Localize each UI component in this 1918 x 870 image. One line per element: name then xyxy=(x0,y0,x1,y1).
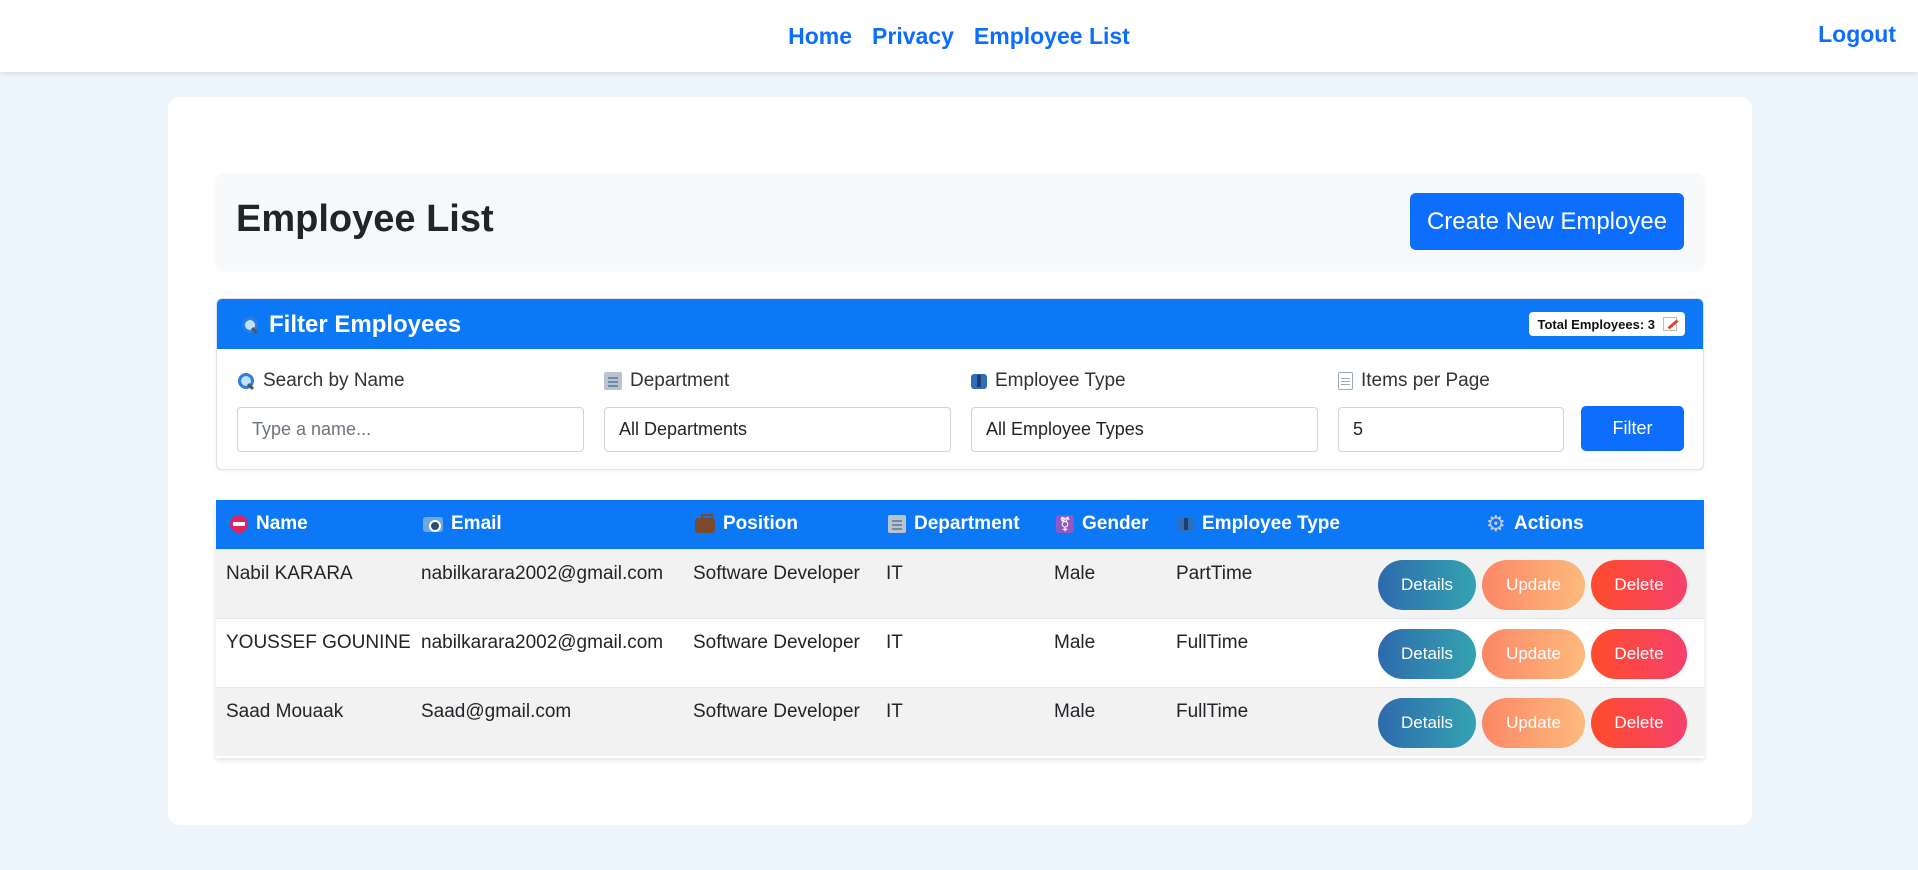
office-building-icon xyxy=(604,372,622,390)
delete-button[interactable]: Delete xyxy=(1591,560,1687,610)
nav-link-privacy[interactable]: Privacy xyxy=(872,23,954,50)
camera-icon xyxy=(423,516,443,532)
search-label: Search by Name xyxy=(237,369,584,393)
table-row: Saad Mouaak Saad@gmail.com Software Deve… xyxy=(216,687,1704,756)
table-row: YOUSSEF GOUNINE nabilkarara2002@gmail.co… xyxy=(216,618,1704,687)
th-gender-label: Gender xyxy=(1082,513,1149,534)
cell-position: Software Developer xyxy=(693,701,860,722)
department-label: Department xyxy=(604,369,951,393)
filter-title: Filter Employees xyxy=(241,311,461,339)
items-per-page-input[interactable]: 5 xyxy=(1338,407,1564,452)
th-position-label: Position xyxy=(723,513,798,534)
page-header: Employee List Create New Employee xyxy=(216,174,1704,269)
department-field: Department All Departments xyxy=(604,369,951,452)
filter-header: Filter Employees Total Employees: 3 xyxy=(217,299,1703,349)
cell-name: YOUSSEF GOUNINE xyxy=(226,632,411,653)
search-input[interactable]: Type a name... xyxy=(237,407,584,452)
gear-icon: ⚙ xyxy=(1486,511,1506,536)
logout-link[interactable]: Logout xyxy=(1818,21,1896,48)
cell-position: Software Developer xyxy=(693,563,860,584)
employee-type-field: Employee Type All Employee Types xyxy=(971,369,1318,452)
th-email: Email xyxy=(423,513,502,535)
department-label-text: Department xyxy=(630,370,730,391)
filter-button[interactable]: Filter xyxy=(1581,406,1684,451)
no-entry-icon xyxy=(230,515,248,533)
department-select[interactable]: All Departments xyxy=(604,407,951,452)
update-button[interactable]: Update xyxy=(1482,698,1585,748)
search-label-text: Search by Name xyxy=(263,370,405,391)
update-button[interactable]: Update xyxy=(1482,629,1585,679)
details-button[interactable]: Details xyxy=(1378,698,1476,748)
briefcase-icon xyxy=(695,514,715,533)
delete-button[interactable]: Delete xyxy=(1591,629,1687,679)
th-employee-type: Employee Type xyxy=(1178,513,1340,535)
th-department-label: Department xyxy=(914,513,1020,534)
th-email-label: Email xyxy=(451,513,502,534)
necktie-icon xyxy=(971,372,987,390)
cell-employee-type: FullTime xyxy=(1176,632,1249,653)
details-button[interactable]: Details xyxy=(1378,629,1476,679)
page-title: Employee List xyxy=(236,198,494,240)
employee-type-select[interactable]: All Employee Types xyxy=(971,407,1318,452)
nav-link-employee-list[interactable]: Employee List xyxy=(974,23,1130,50)
update-button[interactable]: Update xyxy=(1482,560,1585,610)
table-row: Nabil KARARA nabilkarara2002@gmail.com S… xyxy=(216,549,1704,618)
delete-button[interactable]: Delete xyxy=(1591,698,1687,748)
cell-department: IT xyxy=(886,632,903,653)
th-position: Position xyxy=(695,513,798,535)
cell-name: Saad Mouaak xyxy=(226,701,344,722)
top-navbar: Home Privacy Employee List Logout xyxy=(0,0,1918,72)
th-actions-label: Actions xyxy=(1514,513,1584,534)
th-name-label: Name xyxy=(256,513,308,534)
cell-email: nabilkarara2002@gmail.com xyxy=(421,632,664,653)
cell-email: nabilkarara2002@gmail.com xyxy=(421,563,664,584)
th-name: Name xyxy=(230,513,308,535)
cell-department: IT xyxy=(886,701,903,722)
table-header: Name Email Position Department ⚧ Gender … xyxy=(216,500,1704,549)
page-icon xyxy=(1338,372,1353,390)
memo-icon xyxy=(1663,317,1677,331)
cell-email: Saad@gmail.com xyxy=(421,701,572,722)
cell-employee-type: PartTime xyxy=(1176,563,1253,584)
necktie-icon xyxy=(1178,515,1194,533)
cell-name: Nabil KARARA xyxy=(226,563,353,584)
cell-department: IT xyxy=(886,563,903,584)
employee-type-label: Employee Type xyxy=(971,369,1318,393)
employee-type-label-text: Employee Type xyxy=(995,370,1126,391)
magnifier-icon xyxy=(241,316,259,334)
th-actions: ⚙ Actions xyxy=(1486,513,1584,535)
gender-symbol-icon: ⚧ xyxy=(1056,515,1074,533)
th-employee-type-label: Employee Type xyxy=(1202,513,1340,534)
filter-title-text: Filter Employees xyxy=(269,311,462,338)
th-gender: ⚧ Gender xyxy=(1056,513,1149,535)
magnifier-icon xyxy=(237,372,255,390)
filter-panel: Filter Employees Total Employees: 3 Sear… xyxy=(216,298,1704,470)
cell-employee-type: FullTime xyxy=(1176,701,1249,722)
details-button[interactable]: Details xyxy=(1378,560,1476,610)
cell-gender: Male xyxy=(1054,632,1096,653)
create-employee-button[interactable]: Create New Employee xyxy=(1410,193,1684,250)
cell-position: Software Developer xyxy=(693,632,860,653)
items-per-page-field: Items per Page 5 xyxy=(1338,369,1564,452)
total-employees-badge: Total Employees: 3 xyxy=(1529,312,1685,336)
th-department: Department xyxy=(888,513,1020,535)
cell-gender: Male xyxy=(1054,701,1096,722)
nav-link-home[interactable]: Home xyxy=(788,23,852,50)
search-field: Search by Name Type a name... xyxy=(237,369,584,452)
cell-gender: Male xyxy=(1054,563,1096,584)
office-building-icon xyxy=(888,515,906,533)
nav-links: Home Privacy Employee List xyxy=(0,0,1918,72)
items-per-page-label: Items per Page xyxy=(1338,369,1564,393)
total-employees-text: Total Employees: 3 xyxy=(1537,316,1655,332)
employee-table: Name Email Position Department ⚧ Gender … xyxy=(216,500,1704,758)
items-per-page-label-text: Items per Page xyxy=(1361,370,1490,391)
